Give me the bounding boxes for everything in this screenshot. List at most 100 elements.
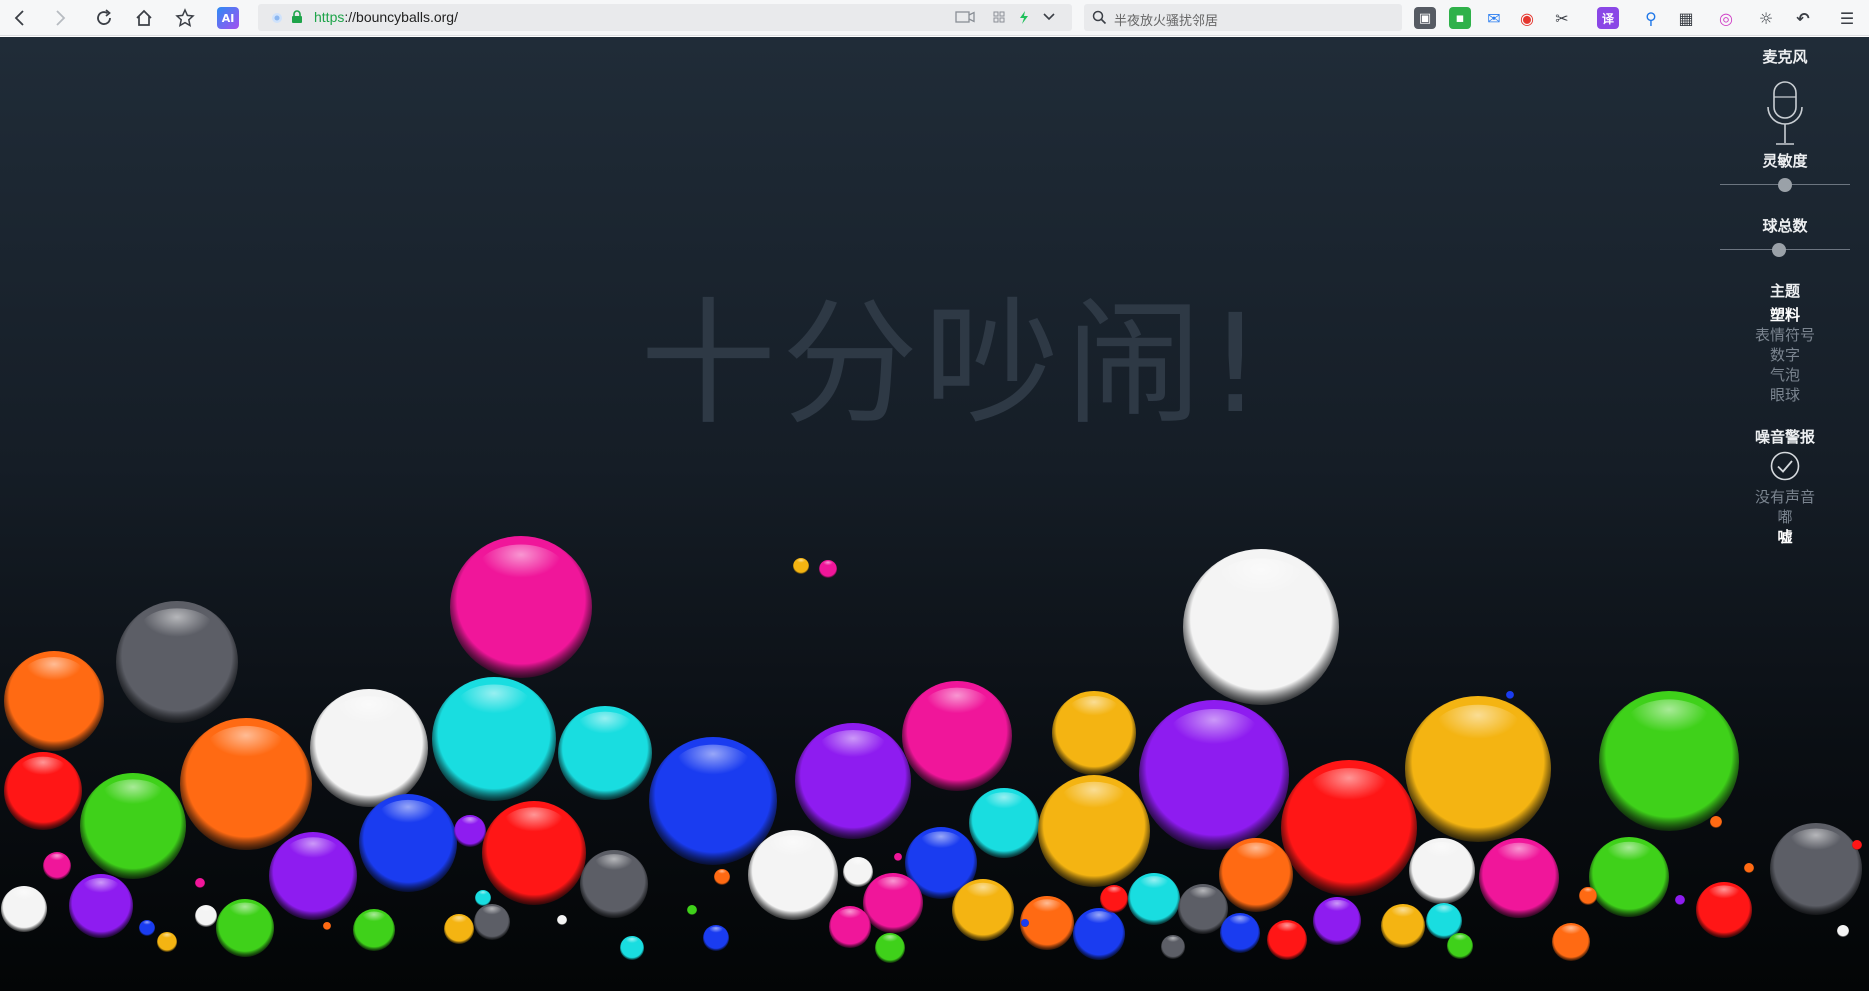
forward-icon[interactable] bbox=[46, 4, 74, 32]
ai-assistant-icon[interactable]: AI bbox=[217, 7, 239, 29]
ball-green[interactable] bbox=[875, 933, 905, 963]
ball-yellow[interactable] bbox=[793, 558, 809, 574]
ball-white[interactable] bbox=[195, 905, 217, 927]
theme-option-numbers[interactable]: 数字 bbox=[1710, 344, 1860, 365]
ball-cyan[interactable] bbox=[558, 706, 652, 800]
ball-blue[interactable] bbox=[1021, 919, 1029, 927]
qr-code-icon[interactable] bbox=[993, 11, 1005, 23]
ball-white[interactable] bbox=[748, 830, 838, 920]
ball-purple[interactable] bbox=[1313, 897, 1361, 945]
ball-pink[interactable] bbox=[1479, 838, 1559, 918]
video-icon[interactable] bbox=[955, 10, 975, 24]
ball-cyan[interactable] bbox=[969, 788, 1039, 858]
ball-white[interactable] bbox=[1183, 549, 1339, 705]
ball-yellow[interactable] bbox=[157, 932, 177, 952]
theme-option-emoji[interactable]: 表情符号 bbox=[1710, 324, 1860, 345]
alarm-option-beep[interactable]: 嘟 bbox=[1710, 506, 1860, 527]
ball-yellow[interactable] bbox=[1405, 696, 1551, 842]
search-bar[interactable]: 半夜放火骚扰邻居 bbox=[1084, 4, 1402, 31]
ball-count-slider[interactable] bbox=[1720, 243, 1850, 257]
magnifier-icon[interactable]: ⚲ bbox=[1640, 7, 1662, 29]
ball-yellow[interactable] bbox=[444, 914, 474, 944]
mail-icon[interactable]: ✉ bbox=[1483, 7, 1505, 29]
ball-orange[interactable] bbox=[1579, 887, 1597, 905]
ball-gray[interactable] bbox=[116, 601, 238, 723]
ball-gray[interactable] bbox=[580, 850, 648, 918]
translate-icon[interactable]: 译 bbox=[1597, 7, 1619, 29]
microphone-icon[interactable] bbox=[1767, 81, 1803, 147]
ball-red[interactable] bbox=[1267, 920, 1307, 960]
ball-pink[interactable] bbox=[863, 873, 923, 933]
reader-icon[interactable]: ▣ bbox=[1414, 7, 1436, 29]
site-info-icon[interactable] bbox=[270, 11, 284, 25]
wechat-icon[interactable]: ▪ bbox=[1449, 7, 1471, 29]
ball-orange[interactable] bbox=[1552, 923, 1590, 961]
ball-yellow[interactable] bbox=[1052, 691, 1136, 775]
search-input[interactable]: 半夜放火骚扰邻居 bbox=[1114, 10, 1218, 29]
ball-green[interactable] bbox=[1589, 837, 1669, 917]
weibo-icon[interactable]: ◉ bbox=[1516, 7, 1538, 29]
alarm-option-no-sound[interactable]: 没有声音 bbox=[1710, 486, 1860, 507]
ball-blue[interactable] bbox=[1506, 691, 1514, 699]
ball-green[interactable] bbox=[216, 899, 274, 957]
ball-cyan[interactable] bbox=[1128, 873, 1180, 925]
theme-option-plastic[interactable]: 塑料 bbox=[1710, 304, 1860, 325]
ball-pink[interactable] bbox=[195, 878, 205, 888]
apps-grid-icon[interactable]: ▦ bbox=[1675, 7, 1697, 29]
reload-icon[interactable] bbox=[90, 4, 118, 32]
ball-blue[interactable] bbox=[359, 794, 457, 892]
ball-blue[interactable] bbox=[139, 920, 155, 936]
ball-gray[interactable] bbox=[1178, 884, 1228, 934]
color-wheel-icon[interactable]: ◎ bbox=[1715, 7, 1737, 29]
bookmark-star-icon[interactable] bbox=[171, 4, 199, 32]
chevron-down-icon[interactable] bbox=[1042, 12, 1056, 22]
ball-green[interactable] bbox=[80, 773, 186, 879]
ball-pink[interactable] bbox=[450, 536, 592, 678]
ball-count-slider-knob[interactable] bbox=[1772, 243, 1786, 257]
ball-red[interactable] bbox=[1281, 760, 1417, 896]
alarm-check-icon[interactable] bbox=[1770, 451, 1800, 481]
ball-blue[interactable] bbox=[703, 925, 729, 951]
address-bar[interactable]: https://bouncyballs.org/ bbox=[258, 4, 1072, 31]
ball-gray[interactable] bbox=[1161, 935, 1185, 959]
back-icon[interactable] bbox=[6, 4, 34, 32]
lightning-icon[interactable] bbox=[1018, 10, 1030, 25]
sensitivity-slider[interactable] bbox=[1720, 178, 1850, 192]
ball-purple[interactable] bbox=[1139, 700, 1289, 850]
ball-purple[interactable] bbox=[1675, 895, 1685, 905]
ball-purple[interactable] bbox=[69, 874, 133, 938]
ball-green[interactable] bbox=[1447, 933, 1473, 959]
brightness-icon[interactable]: ☼ bbox=[1755, 7, 1777, 29]
ball-cyan[interactable] bbox=[432, 677, 556, 801]
ball-blue[interactable] bbox=[649, 737, 777, 865]
theme-option-eyeballs[interactable]: 眼球 bbox=[1710, 384, 1860, 405]
home-icon[interactable] bbox=[130, 4, 158, 32]
ball-cyan[interactable] bbox=[620, 936, 644, 960]
ball-pink[interactable] bbox=[894, 853, 902, 861]
menu-icon[interactable]: ☰ bbox=[1836, 7, 1858, 29]
ball-white[interactable] bbox=[310, 689, 428, 807]
ball-yellow[interactable] bbox=[1381, 904, 1425, 948]
ball-pink[interactable] bbox=[819, 560, 837, 578]
ball-yellow[interactable] bbox=[952, 879, 1014, 941]
ball-green[interactable] bbox=[687, 905, 697, 915]
ball-red[interactable] bbox=[4, 752, 82, 830]
ball-purple[interactable] bbox=[269, 832, 357, 920]
ball-blue[interactable] bbox=[1073, 908, 1125, 960]
balls-canvas[interactable] bbox=[0, 37, 1869, 991]
ball-white[interactable] bbox=[557, 915, 567, 925]
ball-pink[interactable] bbox=[43, 852, 71, 880]
undo-icon[interactable]: ↶ bbox=[1792, 7, 1814, 29]
ball-purple[interactable] bbox=[795, 723, 911, 839]
ball-yellow[interactable] bbox=[1038, 775, 1150, 887]
ball-blue[interactable] bbox=[1220, 913, 1260, 953]
alarm-option-shush[interactable]: 嘘 bbox=[1710, 526, 1860, 547]
scissors-icon[interactable]: ✂ bbox=[1551, 7, 1573, 29]
ball-orange[interactable] bbox=[323, 922, 331, 930]
url-text[interactable]: https://bouncyballs.org/ bbox=[314, 9, 458, 25]
ball-gray[interactable] bbox=[474, 904, 510, 940]
ball-red[interactable] bbox=[482, 801, 586, 905]
ball-orange[interactable] bbox=[714, 869, 730, 885]
ball-pink[interactable] bbox=[829, 906, 871, 948]
ball-orange[interactable] bbox=[1219, 838, 1293, 912]
